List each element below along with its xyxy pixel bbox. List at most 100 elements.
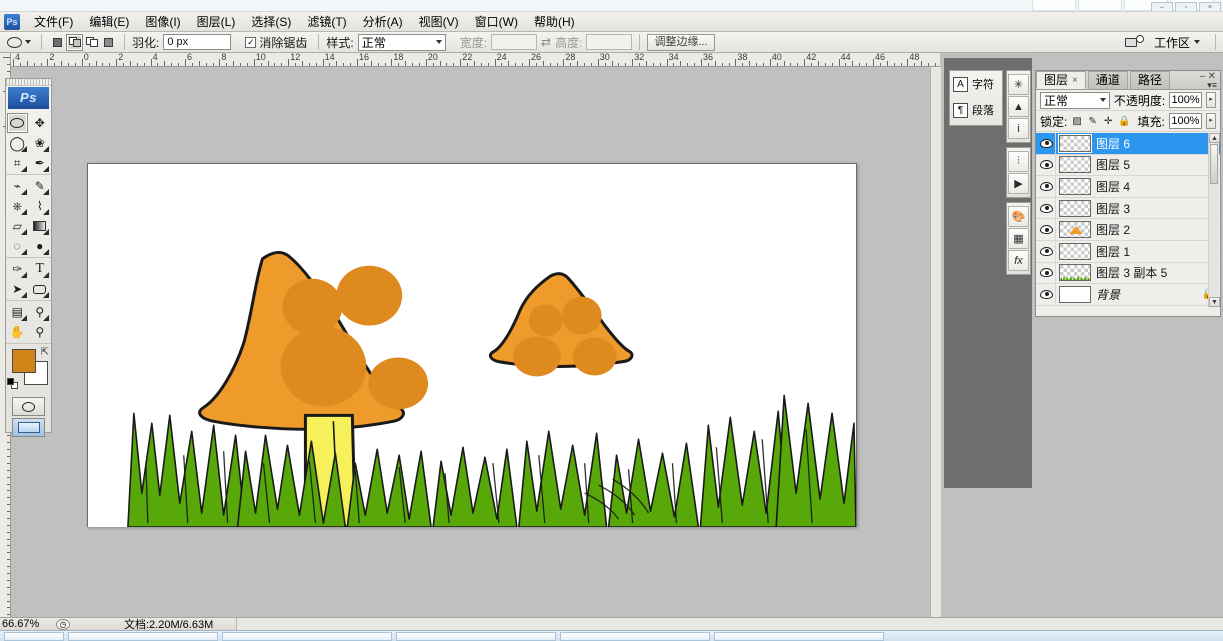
lock-image-icon[interactable]: ✎: [1087, 115, 1099, 128]
pen-tool[interactable]: ✑: [7, 259, 28, 279]
brush-tool[interactable]: ✎: [30, 176, 51, 196]
zoom-tool[interactable]: ⚲: [30, 322, 51, 342]
lasso-tool[interactable]: ◯: [7, 133, 28, 153]
menu-filter[interactable]: 滤镜(T): [299, 12, 354, 32]
scroll-up-icon[interactable]: ▲: [1209, 133, 1220, 143]
layer-name[interactable]: 图层 5: [1096, 156, 1220, 173]
crop-tool[interactable]: ⌗: [7, 153, 28, 173]
gradient-tool[interactable]: [30, 216, 51, 236]
tab-channels[interactable]: 通道: [1088, 71, 1128, 89]
paragraph-tab[interactable]: ¶ 段落: [950, 97, 1002, 123]
swap-colors-icon[interactable]: ⇱: [41, 347, 49, 358]
layer-thumbnail[interactable]: [1059, 200, 1091, 217]
menu-help[interactable]: 帮助(H): [526, 12, 583, 32]
tab-paths[interactable]: 路径: [1130, 71, 1170, 89]
color-swatches-icon[interactable]: 🎨: [1008, 206, 1029, 227]
lock-transparency-icon[interactable]: ▨: [1071, 115, 1083, 128]
feather-input[interactable]: [163, 34, 231, 50]
horizontal-scrollbar[interactable]: [236, 618, 1223, 630]
character-tab[interactable]: A 字符: [950, 71, 1002, 97]
screen-mode-icon[interactable]: [1124, 35, 1144, 50]
layer-thumbnail[interactable]: [1059, 135, 1091, 152]
foreground-color-swatch[interactable]: [12, 349, 36, 373]
layer-name[interactable]: 图层 3: [1096, 200, 1220, 217]
layer-name[interactable]: 图层 3 副本 5: [1096, 264, 1220, 281]
width-input[interactable]: [491, 34, 537, 50]
shape-tool[interactable]: [30, 279, 51, 299]
layer-visibility-toggle[interactable]: [1038, 133, 1056, 154]
height-input[interactable]: [586, 34, 632, 50]
path-selection-tool[interactable]: ➤: [7, 279, 28, 299]
layer-visibility-toggle[interactable]: [1038, 262, 1056, 283]
fill-stepper[interactable]: ▸: [1206, 113, 1216, 129]
style-select[interactable]: 正常: [358, 34, 446, 51]
opacity-value[interactable]: 100%: [1169, 92, 1202, 108]
marquee-tool[interactable]: [7, 113, 28, 133]
horizontal-ruler[interactable]: 4202468101214161820222426283032343638404…: [10, 53, 940, 67]
blend-mode-select[interactable]: 正常: [1040, 92, 1110, 109]
layer-name[interactable]: 图层 6: [1096, 135, 1220, 152]
taskbar-item[interactable]: [4, 632, 64, 641]
bg-restore-button[interactable]: ▫: [1175, 2, 1197, 12]
menu-edit[interactable]: 编辑(E): [81, 12, 137, 32]
menu-layer[interactable]: 图层(L): [189, 12, 244, 32]
layer-thumbnail[interactable]: [1059, 221, 1091, 238]
swap-dimensions-icon[interactable]: ⇄: [541, 35, 551, 49]
animation-icon[interactable]: ▶: [1008, 173, 1029, 194]
layer-visibility-toggle[interactable]: [1038, 241, 1056, 262]
lock-position-icon[interactable]: ✛: [1102, 115, 1114, 128]
quick-mask-button[interactable]: [12, 397, 45, 416]
navigator-icon[interactable]: ✳: [1008, 74, 1029, 95]
default-colors-icon[interactable]: [7, 378, 18, 389]
layer-comps-icon[interactable]: ⫶: [1008, 151, 1029, 172]
magic-wand-tool[interactable]: ❀: [30, 133, 51, 153]
layer-list[interactable]: 图层 6 图层 5 图层 4 图层 3: [1036, 133, 1220, 307]
layer-list-scrollbar[interactable]: ▲ ▼: [1208, 133, 1219, 307]
layer-row-3[interactable]: 图层 3: [1036, 198, 1220, 220]
taskbar-item[interactable]: [714, 632, 884, 641]
dodge-tool[interactable]: ●: [30, 236, 51, 256]
hand-tool[interactable]: ✋: [7, 322, 28, 342]
canvas-vertical-scrollbar[interactable]: [930, 67, 941, 618]
healing-brush-tool[interactable]: ⌁: [7, 176, 28, 196]
clone-stamp-tool[interactable]: ⎈: [7, 196, 28, 216]
panel-menu-icon[interactable]: ▾≡: [1207, 80, 1217, 91]
lock-all-icon[interactable]: 🔒: [1118, 115, 1130, 128]
notes-tool[interactable]: ▤: [7, 302, 28, 322]
canvas-workspace[interactable]: [11, 67, 940, 618]
layer-row-copy[interactable]: 图层 3 副本 5: [1036, 263, 1220, 285]
move-tool[interactable]: ✥: [30, 113, 50, 133]
color-sampler-tool[interactable]: ⚲: [30, 302, 51, 322]
layer-thumbnail[interactable]: [1059, 286, 1091, 303]
current-tool-preview[interactable]: [4, 36, 34, 49]
bg-minimize-button[interactable]: –: [1151, 2, 1173, 12]
layer-visibility-toggle[interactable]: [1038, 284, 1056, 305]
menu-analysis[interactable]: 分析(A): [355, 12, 411, 32]
effects-icon[interactable]: fx: [1008, 250, 1029, 271]
styles-icon[interactable]: ▦: [1008, 228, 1029, 249]
taskbar-item[interactable]: [222, 632, 392, 641]
history-brush-tool[interactable]: ⌇: [30, 196, 51, 216]
zoom-level[interactable]: 66.67%: [0, 618, 56, 630]
layer-thumbnail[interactable]: [1059, 243, 1091, 260]
layer-row-2[interactable]: 图层 2: [1036, 219, 1220, 241]
selection-new-button[interactable]: [49, 34, 66, 51]
layer-name[interactable]: 图层 4: [1096, 178, 1220, 195]
bg-close-button[interactable]: ×: [1199, 2, 1221, 12]
layer-name[interactable]: 背景: [1096, 286, 1202, 303]
document-window[interactable]: [87, 163, 857, 527]
refine-edge-button[interactable]: 调整边缘...: [647, 34, 714, 51]
menu-window[interactable]: 窗口(W): [467, 12, 526, 32]
info-icon[interactable]: i: [1008, 118, 1029, 139]
layer-thumbnail[interactable]: [1059, 264, 1091, 281]
blur-tool[interactable]: ◌: [7, 236, 28, 256]
layer-thumbnail[interactable]: [1059, 178, 1091, 195]
layer-row-background[interactable]: 背景 🔒: [1036, 284, 1220, 306]
layer-thumbnail[interactable]: [1059, 156, 1091, 173]
taskbar-item[interactable]: [396, 632, 556, 641]
layer-visibility-toggle[interactable]: [1038, 154, 1056, 175]
taskbar-item[interactable]: [560, 632, 710, 641]
toolbar-drag-handle[interactable]: [6, 79, 51, 86]
layer-name[interactable]: 图层 2: [1096, 221, 1220, 238]
antialias-checkbox[interactable]: ✓: [245, 37, 256, 48]
